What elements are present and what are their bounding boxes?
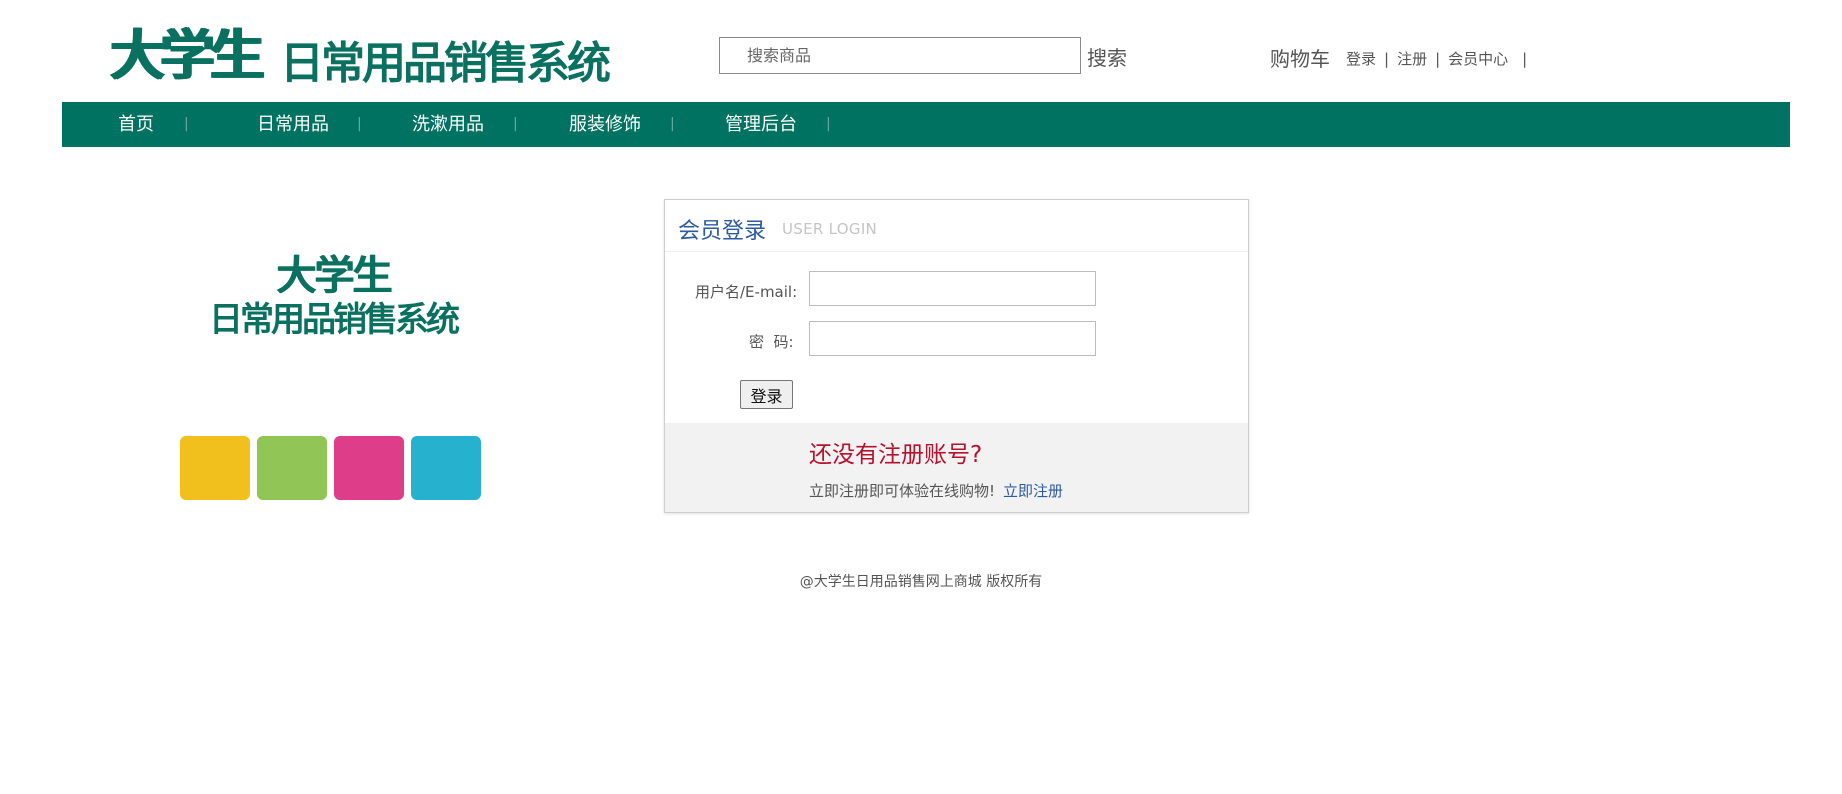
username-label: 用户名/E-mail:	[695, 283, 798, 301]
login-panel: 会员登录 USER LOGIN 用户名/E-mail: 密 码: 登录 还没有注…	[664, 199, 1249, 513]
nav-separator: |	[826, 116, 831, 132]
main-nav: 首页 | 日常用品 | 洗漱用品 | 服装修饰 | 管理后台 |	[62, 102, 1790, 147]
register-description: 立即注册即可体验在线购物!	[809, 482, 996, 500]
nav-item-daily-goods[interactable]: 日常用品	[257, 102, 329, 147]
register-prompt: 还没有注册账号? 立即注册即可体验在线购物! 立即注册	[665, 423, 1248, 512]
login-button[interactable]: 登录	[740, 380, 793, 409]
nav-item-toiletries[interactable]: 洗漱用品	[412, 102, 484, 147]
login-subtitle: USER LOGIN	[782, 220, 878, 238]
side-logo-line2: 日常用品销售系统	[209, 300, 460, 340]
color-tile-pink	[334, 436, 404, 500]
cart-link[interactable]: 购物车	[1270, 43, 1330, 72]
color-tile-yellow	[180, 436, 250, 500]
user-links: 登录 | 注册 | 会员中心 |	[1346, 48, 1535, 69]
separator: |	[1384, 50, 1390, 68]
login-link[interactable]: 登录	[1346, 50, 1376, 68]
separator: |	[1522, 50, 1528, 68]
password-label: 密 码:	[749, 333, 794, 351]
logo-text-primary: 大学生	[110, 24, 264, 87]
nav-separator: |	[357, 116, 362, 132]
login-title: 会员登录	[678, 219, 767, 244]
register-now-link[interactable]: 立即注册	[1003, 482, 1063, 500]
nav-separator: |	[184, 116, 189, 132]
search-input[interactable]	[719, 37, 1081, 74]
separator: |	[1435, 50, 1441, 68]
register-text: 立即注册即可体验在线购物! 立即注册	[809, 480, 1063, 501]
nav-item-clothing[interactable]: 服装修饰	[569, 102, 641, 147]
nav-item-home[interactable]: 首页	[118, 102, 154, 147]
password-field[interactable]	[809, 321, 1096, 356]
site-logo[interactable]: 大学生 日常用品销售系统	[110, 24, 650, 88]
username-field[interactable]	[809, 271, 1096, 306]
register-title: 还没有注册账号?	[809, 442, 983, 468]
footer-copyright: @大学生日用品销售网上商城 版权所有	[799, 574, 1043, 590]
search-button[interactable]: 搜索	[1087, 42, 1127, 71]
color-tile-green	[257, 436, 327, 500]
side-logo: 大学生 日常用品销售系统	[183, 254, 483, 340]
login-panel-header: 会员登录 USER LOGIN	[665, 200, 1248, 252]
logo-text-secondary: 日常用品销售系统	[280, 38, 611, 89]
nav-separator: |	[670, 116, 675, 132]
color-tile-blue	[411, 436, 481, 500]
register-link[interactable]: 注册	[1397, 50, 1427, 68]
side-logo-line1: 大学生	[276, 253, 392, 299]
member-center-link[interactable]: 会员中心	[1448, 50, 1508, 68]
nav-item-admin[interactable]: 管理后台	[725, 102, 797, 147]
nav-separator: |	[513, 116, 518, 132]
